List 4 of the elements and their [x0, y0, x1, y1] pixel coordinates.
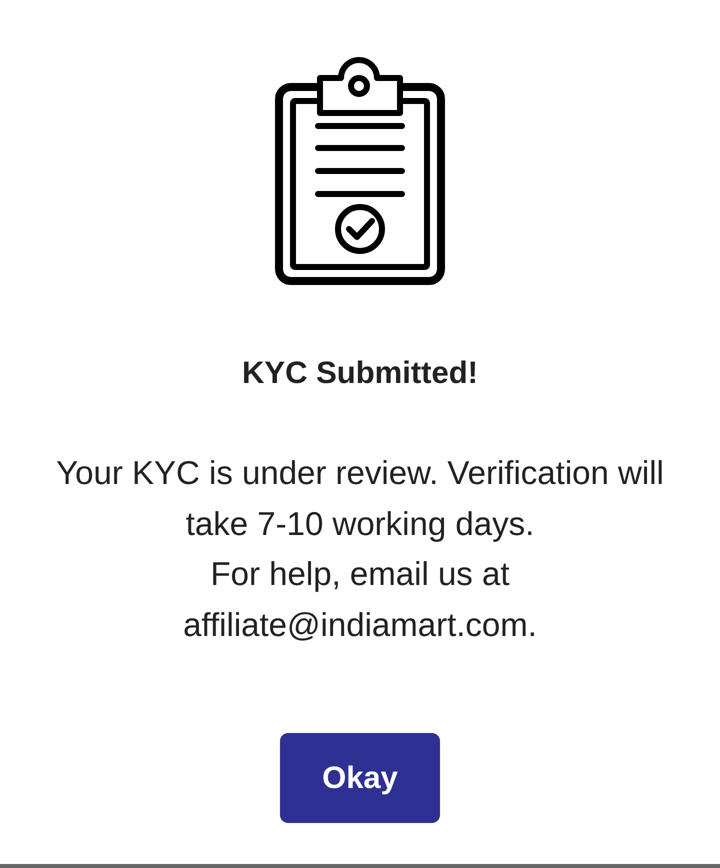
- dialog-title: KYC Submitted!: [242, 355, 478, 391]
- message-text: Your KYC is under review. Verification will take 7-10 working days. For help, email us at affiliate@indiamart.com.: [55, 453, 665, 644]
- clipboard-check-icon: [273, 55, 447, 287]
- okay-button[interactable]: Okay: [280, 733, 440, 823]
